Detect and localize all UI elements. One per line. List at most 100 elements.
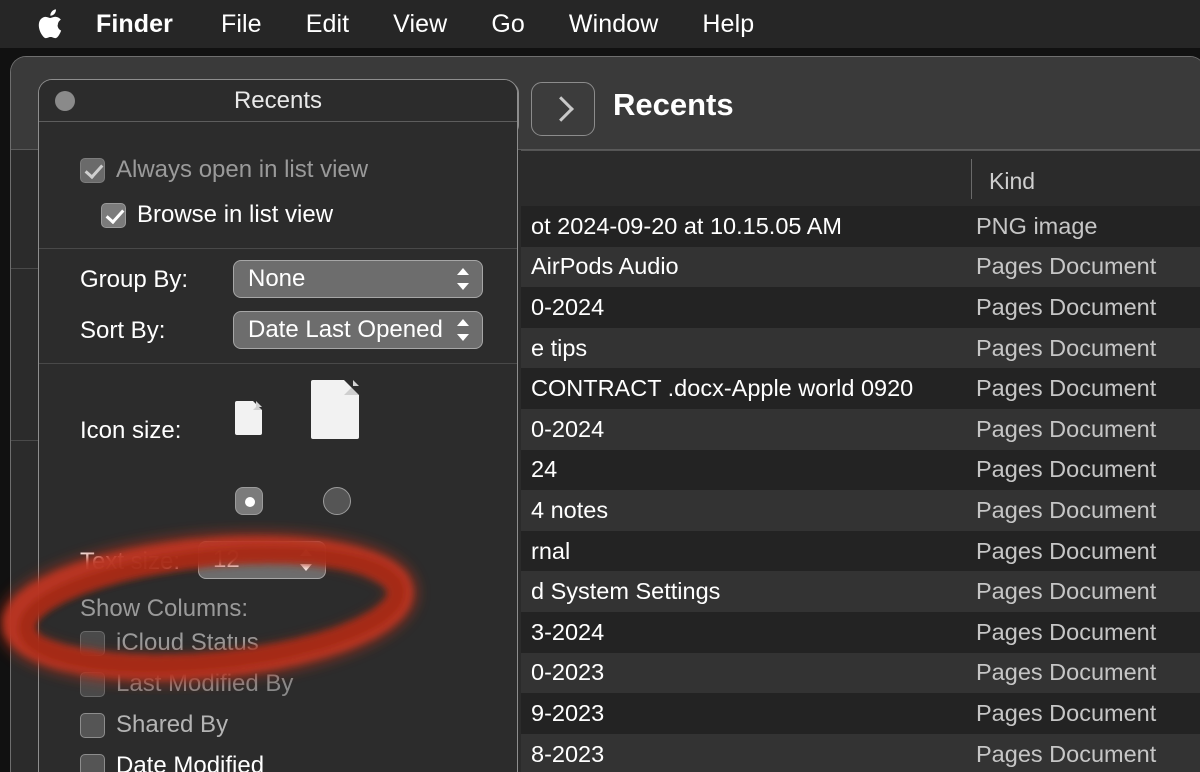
show-column-label: Shared By	[116, 711, 229, 738]
view-options-titlebar: Recents	[39, 80, 517, 122]
icon-size-label: Icon size:	[80, 417, 182, 444]
menu-item-view[interactable]: View	[371, 10, 469, 39]
file-kind: Pages Document	[976, 415, 1157, 442]
table-row[interactable]: 8-2023 Pages Document	[521, 733, 1200, 772]
table-row[interactable]: ot 2024-09-20 at 10.15.05 AM PNG image	[521, 206, 1200, 247]
browse-in-list-view-row[interactable]: Browse in list view	[101, 201, 333, 229]
table-row[interactable]: AirPods Audio Pages Document	[521, 246, 1200, 288]
window-title: Recents	[613, 87, 734, 122]
group-by-value: None	[248, 265, 306, 292]
file-kind: Pages Document	[976, 659, 1157, 686]
chevron-updown-icon	[456, 317, 470, 343]
menu-item-file[interactable]: File	[199, 10, 284, 39]
file-name: 4 notes	[531, 496, 609, 523]
menu-item-go[interactable]: Go	[469, 10, 547, 39]
file-name: 8-2023	[531, 740, 605, 767]
sort-by-label: Sort By:	[80, 317, 166, 344]
file-name: 3-2024	[531, 618, 605, 645]
table-row[interactable]: 0-2024 Pages Document	[521, 287, 1200, 328]
file-kind: Pages Document	[976, 293, 1157, 320]
text-size-label: Text size:	[80, 548, 181, 575]
table-row[interactable]: 24 Pages Document	[521, 449, 1200, 491]
menu-item-window[interactable]: Window	[547, 10, 681, 39]
file-name: 9-2023	[531, 699, 605, 726]
chevron-updown-icon	[299, 547, 313, 573]
file-kind: Pages Document	[976, 334, 1157, 361]
column-header-kind[interactable]: Kind	[989, 168, 1035, 195]
file-kind: Pages Document	[976, 578, 1157, 605]
list-column-headers: Kind	[521, 150, 1200, 207]
group-by-popup[interactable]: None	[233, 260, 483, 298]
always-open-list-view-label: Always open in list view	[116, 156, 369, 183]
file-kind: Pages Document	[976, 375, 1157, 402]
file-kind: Pages Document	[976, 456, 1157, 483]
menu-item-help[interactable]: Help	[680, 10, 776, 39]
file-name: e tips	[531, 334, 588, 361]
show-column-checkbox[interactable]	[80, 712, 105, 738]
menu-item-edit[interactable]: Edit	[284, 10, 371, 39]
file-name: 0-2023	[531, 659, 605, 686]
table-row[interactable]: 4 notes Pages Document	[521, 490, 1200, 531]
group-by-label: Group By:	[80, 266, 189, 293]
show-column-checkbox[interactable]	[80, 671, 105, 697]
show-column-row[interactable]: Shared By	[80, 711, 228, 739]
show-column-checkbox[interactable]	[80, 630, 105, 656]
table-row[interactable]: 3-2024 Pages Document	[521, 611, 1200, 653]
icon-size-large-radio[interactable]	[323, 487, 351, 515]
file-rows-container: ot 2024-09-20 at 10.15.05 AM PNG image Air…	[521, 206, 1200, 772]
file-name: 24	[531, 456, 558, 483]
table-row[interactable]: CONTRACT .docx-Apple world 0920 Pages Doc…	[521, 368, 1200, 409]
page-fold	[344, 380, 359, 395]
sort-by-value: Date Last Opened	[248, 316, 443, 343]
document-large-icon[interactable]	[311, 380, 359, 439]
page-fold	[253, 401, 262, 410]
text-size-popup[interactable]: 12	[198, 541, 326, 579]
show-column-label: iCloud Status	[116, 629, 259, 656]
show-column-row[interactable]: Date Modified	[80, 752, 264, 772]
divider-2	[39, 363, 517, 364]
show-columns-label: Show Columns:	[80, 595, 249, 622]
view-options-panel: Recents Always open in list view Browse …	[38, 79, 518, 772]
file-name: rnal	[531, 537, 571, 564]
show-column-row[interactable]: Last Modified By	[80, 670, 293, 698]
divider-1	[39, 248, 517, 249]
document-small-icon[interactable]	[235, 401, 262, 435]
browse-in-list-view-label: Browse in list view	[137, 201, 334, 228]
menu-item-finder[interactable]: Finder	[96, 10, 199, 39]
sort-by-popup[interactable]: Date Last Opened	[233, 311, 483, 349]
table-row[interactable]: 0-2023 Pages Document	[521, 652, 1200, 694]
browse-in-list-view-checkbox[interactable]	[101, 202, 126, 228]
icon-size-small-radio[interactable]	[235, 487, 263, 515]
chevron-right-icon	[548, 96, 574, 122]
table-row[interactable]: d System Settings Pages Document	[521, 571, 1200, 612]
text-size-value: 12	[213, 546, 240, 573]
show-column-label: Last Modified By	[116, 670, 294, 697]
file-kind: Pages Document	[976, 699, 1157, 726]
menu-bar: Finder File Edit View Go Window Help	[0, 0, 1200, 48]
file-kind: Pages Document	[976, 537, 1157, 564]
show-column-row[interactable]: iCloud Status	[80, 629, 259, 657]
file-name: AirPods Audio	[531, 253, 679, 280]
file-kind: Pages Document	[976, 618, 1157, 645]
show-column-checkbox[interactable]	[80, 753, 105, 772]
file-kind: Pages Document	[976, 496, 1157, 523]
always-open-list-view-row[interactable]: Always open in list view	[80, 156, 368, 184]
table-row[interactable]: 0-2024 Pages Document	[521, 408, 1200, 450]
always-open-list-view-checkbox[interactable]	[80, 157, 105, 183]
file-name: CONTRACT .docx-Apple world 0920	[531, 375, 914, 402]
file-kind: Pages Document	[976, 253, 1157, 280]
file-list[interactable]: Kind ot 2024-09-20 at 10.15.05 AM PNG ima…	[521, 150, 1200, 772]
table-row[interactable]: e tips Pages Document	[521, 327, 1200, 369]
column-divider[interactable]	[971, 159, 972, 199]
forward-button[interactable]	[531, 82, 595, 136]
file-name: 0-2024	[531, 293, 605, 320]
file-name: 0-2024	[531, 415, 605, 442]
file-name: ot 2024-09-20 at 10.15.05 AM	[531, 212, 842, 239]
file-kind: PNG image	[976, 212, 1098, 239]
table-row[interactable]: 9-2023 Pages Document	[521, 693, 1200, 734]
chevron-updown-icon	[456, 266, 470, 292]
apple-logo-icon[interactable]	[36, 7, 66, 41]
file-name: d System Settings	[531, 578, 721, 605]
file-kind: Pages Document	[976, 740, 1157, 767]
table-row[interactable]: rnal Pages Document	[521, 530, 1200, 572]
